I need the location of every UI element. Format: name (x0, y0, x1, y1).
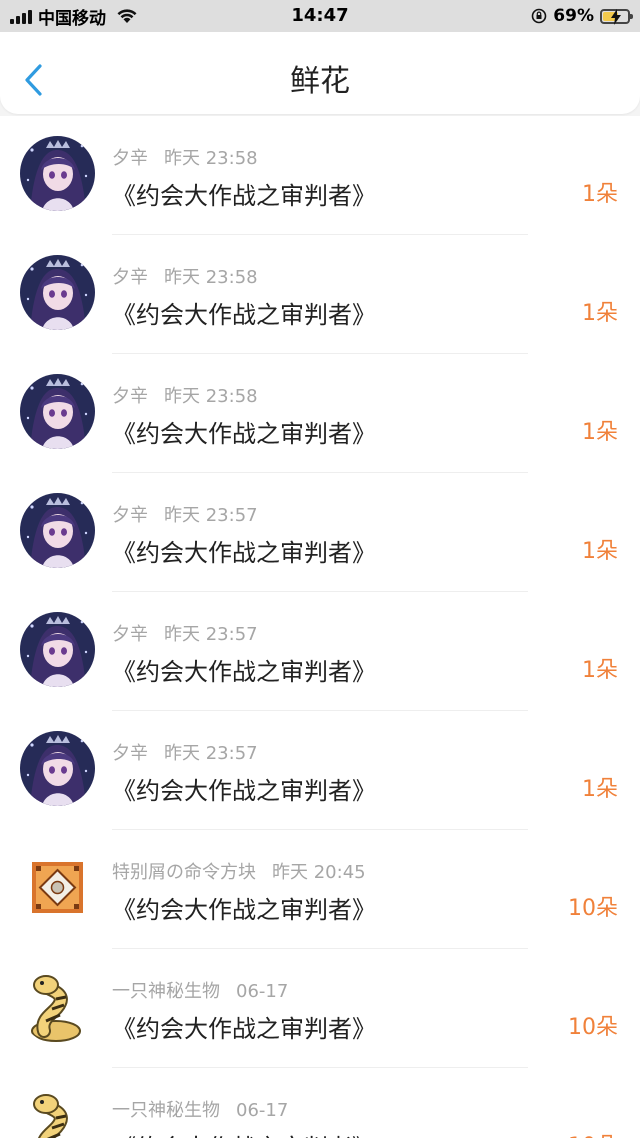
list-item[interactable]: 夕辛 昨天 23:57 《约会大作战之审判者》 1朵 (0, 473, 640, 592)
list-item[interactable]: 特别屑の命令方块 昨天 20:45 《约会大作战之审判者》 10朵 (0, 830, 640, 949)
timestamp: 昨天 23:57 (164, 624, 258, 645)
item-meta: 夕辛 昨天 23:58 (112, 144, 258, 170)
item-meta: 特别屑の命令方块 昨天 20:45 (112, 858, 366, 884)
book-title[interactable]: 《约会大作战之审判者》 (112, 414, 376, 449)
status-right: 69% (531, 0, 633, 32)
item-meta: 一只神秘生物 06-17 (112, 977, 288, 1003)
item-meta: 夕辛 昨天 23:58 (112, 382, 258, 408)
charging-bolt-icon (611, 8, 621, 25)
timestamp: 昨天 23:57 (164, 743, 258, 764)
list-item[interactable]: 一只神秘生物 06-17 《约会大作战之审判者》 10朵 (0, 949, 640, 1068)
avatar[interactable] (20, 493, 95, 568)
item-meta: 夕辛 昨天 23:57 (112, 501, 258, 527)
flower-count: 1朵 (582, 539, 618, 564)
list-item[interactable]: 夕辛 昨天 23:57 《约会大作战之审判者》 1朵 (0, 711, 640, 830)
timestamp: 昨天 23:58 (164, 148, 258, 169)
battery-percent: 69% (553, 6, 594, 26)
flower-list: 夕辛 昨天 23:58 《约会大作战之审判者》 1朵 夕辛 昨天 23:58 《约会大作战之… (0, 116, 640, 1138)
flower-count: 1朵 (582, 658, 618, 683)
phone-screen: 中国移动 14:47 69% 鲜花 夕辛 昨天 23:58 《约会大作战之审判者… (0, 0, 640, 1138)
book-title[interactable]: 《约会大作战之审判者》 (112, 1128, 376, 1138)
battery-icon (600, 8, 633, 25)
timestamp: 06-17 (236, 981, 289, 1002)
book-title[interactable]: 《约会大作战之审判者》 (112, 1009, 376, 1044)
avatar[interactable] (20, 1088, 95, 1138)
timestamp: 昨天 23:58 (164, 386, 258, 407)
item-meta: 一只神秘生物 06-17 (112, 1096, 288, 1122)
flower-count: 10朵 (568, 1015, 618, 1040)
book-title[interactable]: 《约会大作战之审判者》 (112, 771, 376, 806)
timestamp: 昨天 20:45 (272, 862, 366, 883)
list-item[interactable]: 夕辛 昨天 23:58 《约会大作战之审判者》 1朵 (0, 116, 640, 235)
user-name[interactable]: 夕辛 (112, 386, 148, 407)
list-item[interactable]: 夕辛 昨天 23:58 《约会大作战之审判者》 1朵 (0, 235, 640, 354)
list-item[interactable]: 夕辛 昨天 23:58 《约会大作战之审判者》 1朵 (0, 354, 640, 473)
navigation-bar: 鲜花 (0, 32, 640, 114)
avatar[interactable] (20, 374, 95, 449)
status-bar: 中国移动 14:47 69% (0, 0, 640, 32)
user-name[interactable]: 夕辛 (112, 624, 148, 645)
avatar[interactable] (20, 612, 95, 687)
user-name[interactable]: 一只神秘生物 (112, 981, 220, 1002)
flower-count: 10朵 (568, 896, 618, 921)
avatar[interactable] (20, 969, 95, 1044)
book-title[interactable]: 《约会大作战之审判者》 (112, 890, 376, 925)
user-name[interactable]: 特别屑の命令方块 (112, 862, 256, 883)
avatar[interactable] (20, 255, 95, 330)
book-title[interactable]: 《约会大作战之审判者》 (112, 533, 376, 568)
avatar[interactable] (20, 136, 95, 211)
flower-count: 1朵 (582, 777, 618, 802)
item-meta: 夕辛 昨天 23:57 (112, 620, 258, 646)
flower-count: 1朵 (582, 182, 618, 207)
avatar[interactable] (20, 850, 95, 925)
list-item[interactable]: 夕辛 昨天 23:57 《约会大作战之审判者》 1朵 (0, 592, 640, 711)
item-meta: 夕辛 昨天 23:58 (112, 263, 258, 289)
flower-count: 1朵 (582, 420, 618, 445)
book-title[interactable]: 《约会大作战之审判者》 (112, 295, 376, 330)
flower-count: 10朵 (568, 1128, 618, 1138)
rotation-lock-icon (531, 8, 547, 24)
avatar[interactable] (20, 731, 95, 806)
user-name[interactable]: 夕辛 (112, 505, 148, 526)
user-name[interactable]: 夕辛 (112, 743, 148, 764)
user-name[interactable]: 夕辛 (112, 148, 148, 169)
timestamp: 06-17 (236, 1100, 289, 1121)
timestamp: 昨天 23:58 (164, 267, 258, 288)
timestamp: 昨天 23:57 (164, 505, 258, 526)
list-item[interactable]: 一只神秘生物 06-17 《约会大作战之审判者》 10朵 (0, 1068, 640, 1138)
flower-count: 1朵 (582, 301, 618, 326)
user-name[interactable]: 一只神秘生物 (112, 1100, 220, 1121)
book-title[interactable]: 《约会大作战之审判者》 (112, 176, 376, 211)
user-name[interactable]: 夕辛 (112, 267, 148, 288)
page-title: 鲜花 (290, 64, 350, 99)
book-title[interactable]: 《约会大作战之审判者》 (112, 652, 376, 687)
item-meta: 夕辛 昨天 23:57 (112, 739, 258, 765)
